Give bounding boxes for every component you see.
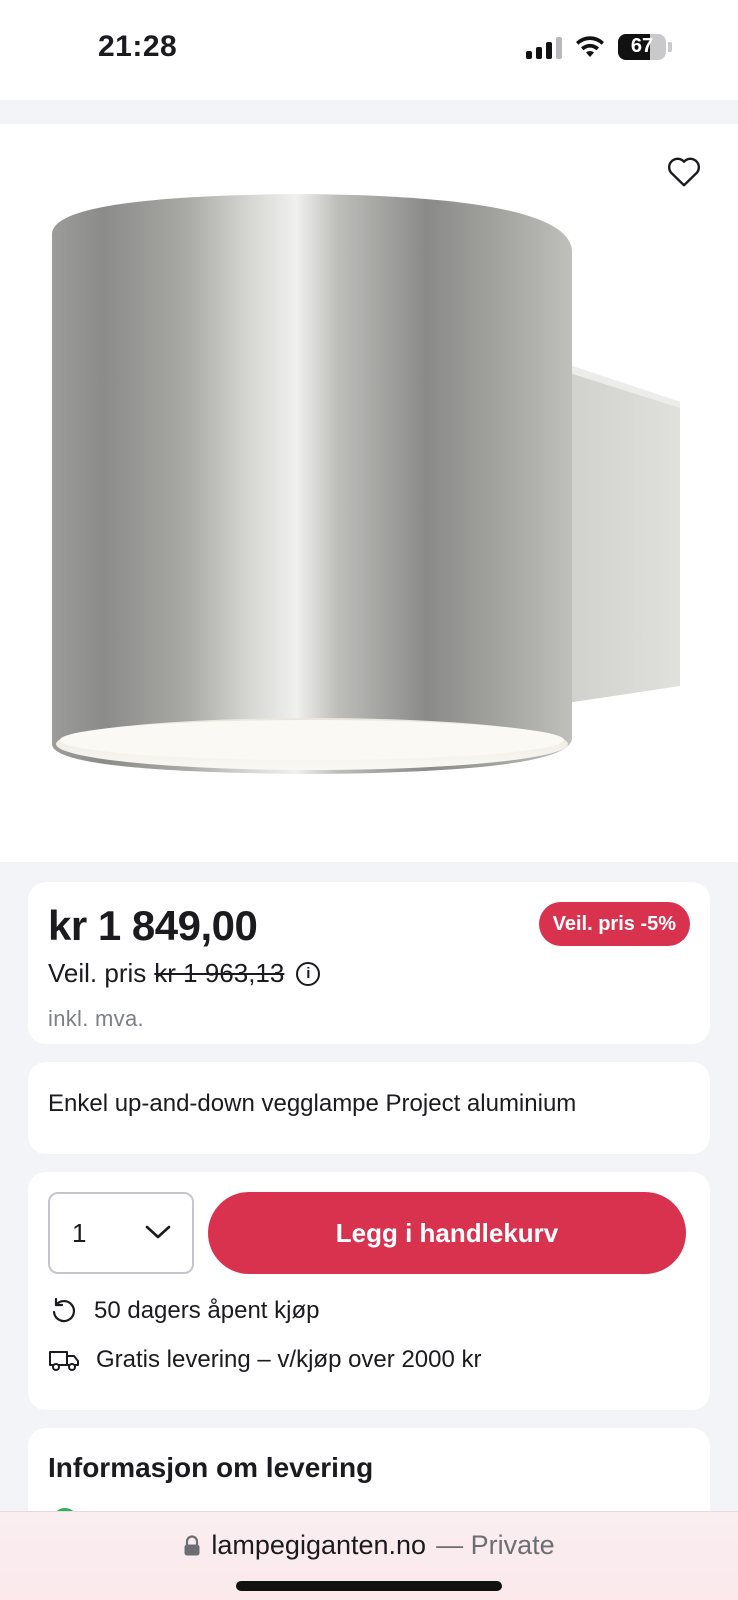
private-label: — Private	[436, 1530, 555, 1560]
recommended-price-label: Veil. pris	[48, 958, 147, 988]
product-image-area[interactable]	[0, 124, 738, 862]
url-domain: lampegiganten.no	[211, 1530, 427, 1560]
status-icons: 67	[526, 34, 672, 60]
page-top-strip	[0, 100, 738, 124]
open-purchase-feature: 50 dagers åpent kjøp	[48, 1296, 319, 1326]
recommended-price-value: kr 1 963,13	[154, 958, 285, 988]
info-icon[interactable]: i	[296, 961, 321, 986]
feature-text: 50 dagers åpent kjøp	[94, 1297, 320, 1324]
lock-icon	[184, 1534, 200, 1555]
feature-text: Gratis levering – v/kjøp over 2000 kr	[96, 1346, 482, 1373]
discount-badge: Veil. pris -5%	[538, 902, 690, 946]
status-bar: 21:28 67	[0, 0, 738, 100]
quantity-value: 1	[72, 1217, 87, 1248]
price-card: kr 1 849,00 Veil. pris kr 1 963,13 i ink…	[28, 882, 710, 1044]
url-display[interactable]: lampegiganten.no — Private	[0, 1530, 738, 1561]
battery-level: 67	[630, 35, 654, 57]
heart-outline-icon[interactable]	[666, 154, 702, 188]
product-price: kr 1 849,00	[48, 902, 258, 949]
product-image	[52, 194, 680, 774]
delivery-truck-icon	[49, 1351, 79, 1371]
status-time: 21:28	[98, 30, 178, 63]
product-title: Enkel up-and-down vegglampe Project alum…	[48, 1090, 577, 1117]
free-delivery-feature: Gratis levering – v/kjøp over 2000 kr	[48, 1346, 482, 1374]
cellular-signal-icon	[526, 35, 562, 59]
add-to-cart-card: 1 Legg i handlekurv 50 dagers åpent kjøp…	[28, 1172, 710, 1410]
recommended-price-row: Veil. pris kr 1 963,13 i	[48, 958, 321, 989]
battery-icon: 67	[618, 34, 666, 60]
battery-tip	[668, 42, 672, 52]
return-arrow-icon	[52, 1297, 76, 1323]
delivery-info-title: Informasjon om levering	[48, 1452, 374, 1483]
vat-note: inkl. mva.	[48, 1006, 144, 1031]
home-indicator[interactable]	[236, 1581, 502, 1591]
chevron-down-icon	[145, 1225, 171, 1239]
quantity-select[interactable]: 1	[48, 1192, 194, 1274]
product-title-card: Enkel up-and-down vegglampe Project alum…	[28, 1062, 710, 1154]
wifi-icon	[576, 36, 604, 57]
browser-address-bar[interactable]: lampegiganten.no — Private	[0, 1511, 738, 1600]
add-to-cart-button[interactable]: Legg i handlekurv	[208, 1192, 686, 1274]
